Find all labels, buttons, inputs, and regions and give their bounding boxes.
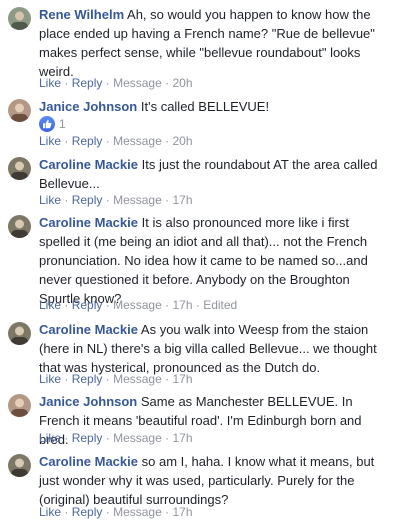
comment-timestamp[interactable]: 17h [172,505,192,519]
avatar-photo-icon [8,157,31,180]
reply-link[interactable]: Reply [72,76,103,90]
comment-body: Caroline Mackie As you walk into Weesp f… [39,320,392,377]
comment-timestamp[interactable]: 17h [172,298,192,312]
comment-actions: Like · Reply · Message · 17h [39,505,193,519]
message-link[interactable]: Message [113,76,162,90]
comment-timestamp[interactable]: 20h [172,134,192,148]
comment-timestamp[interactable]: 17h [172,431,192,445]
like-link[interactable]: Like [39,505,61,519]
comment-timestamp[interactable]: 17h [172,372,192,386]
comment-text: It's called BELLEVUE! [140,99,270,114]
message-link[interactable]: Message [113,505,162,519]
avatar-photo-icon [8,394,31,417]
avatar[interactable] [8,215,31,238]
message-link[interactable]: Message [113,298,162,312]
comment-body: Janice Johnson It's called BELLEVUE! [39,97,392,116]
avatar[interactable] [8,454,31,477]
like-link[interactable]: Like [39,372,61,386]
message-link[interactable]: Message [113,134,162,148]
reaction-summary[interactable]: 1 [39,116,66,132]
avatar[interactable] [8,157,31,180]
like-link[interactable]: Like [39,431,61,445]
reply-link[interactable]: Reply [72,298,103,312]
comment-body: Caroline Mackie Its just the roundabout … [39,155,392,193]
comment-actions: Like · Reply · Message · 17h · Edited [39,298,238,312]
avatar[interactable] [8,99,31,122]
avatar-photo-icon [8,454,31,477]
avatar[interactable] [8,7,31,30]
like-link[interactable]: Like [39,298,61,312]
comment-author[interactable]: Caroline Mackie [39,157,138,172]
comment-author[interactable]: Janice Johnson [39,99,137,114]
comment-body: Caroline Mackie It is also pronounced mo… [39,213,392,308]
comment-timestamp[interactable]: 17h [172,193,192,207]
avatar-photo-icon [8,322,31,345]
like-link[interactable]: Like [39,76,61,90]
reply-link[interactable]: Reply [72,505,103,519]
comment-author[interactable]: Caroline Mackie [39,454,138,469]
reply-link[interactable]: Reply [72,134,103,148]
avatar-photo-icon [8,7,31,30]
edited-link[interactable]: Edited [203,298,237,312]
comment-actions: Like · Reply · Message · 17h [39,193,193,207]
comment-actions: Like · Reply · Message · 17h [39,431,193,445]
reply-link[interactable]: Reply [72,372,103,386]
thumbs-up-icon [39,116,55,132]
message-link[interactable]: Message [113,372,162,386]
like-link[interactable]: Like [39,134,61,148]
avatar-photo-icon [8,215,31,238]
like-link[interactable]: Like [39,193,61,207]
comment-author[interactable]: Janice Johnson [39,394,137,409]
comment-actions: Like · Reply · Message · 20h [39,134,193,148]
comment-thread: Rene Wilhelm Ah, so would you happen to … [0,0,400,526]
comment-actions: Like · Reply · Message · 20h [39,76,193,90]
avatar[interactable] [8,394,31,417]
comment-actions: Like · Reply · Message · 17h [39,372,193,386]
avatar-photo-icon [8,99,31,122]
reply-link[interactable]: Reply [72,431,103,445]
comment-author[interactable]: Caroline Mackie [39,322,138,337]
comment-timestamp[interactable]: 20h [172,76,192,90]
avatar[interactable] [8,322,31,345]
comment-author[interactable]: Caroline Mackie [39,215,138,230]
comment-body: Caroline Mackie so am I, haha. I know wh… [39,452,392,509]
comment-body: Rene Wilhelm Ah, so would you happen to … [39,5,392,81]
message-link[interactable]: Message [113,193,162,207]
message-link[interactable]: Message [113,431,162,445]
comment-author[interactable]: Rene Wilhelm [39,7,124,22]
reply-link[interactable]: Reply [72,193,103,207]
reaction-count: 1 [59,117,66,131]
